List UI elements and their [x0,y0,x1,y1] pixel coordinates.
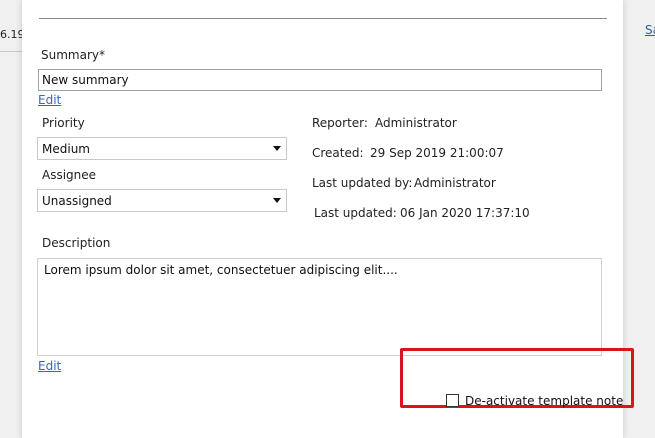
created-label: Created: [312,146,364,160]
background-link[interactable]: Sa [645,23,655,37]
last-updated-value: 06 Jan 2020 17:37:10 [400,206,530,220]
priority-label: Priority [42,116,85,130]
priority-selected-value: Medium [42,142,90,156]
summary-label: Summary* [41,48,105,62]
assignee-dropdown[interactable]: Unassigned [37,189,287,212]
created-value: 29 Sep 2019 21:00:07 [370,146,504,160]
edit-note-dialog: Summary* Edit Priority Medium Assignee U… [22,0,634,438]
description-edit-link[interactable]: Edit [38,359,61,373]
chevron-down-icon [273,146,281,151]
reporter-value: Administrator [375,116,457,130]
background-divider [0,51,22,52]
assignee-label: Assignee [42,168,97,182]
description-textarea[interactable]: Lorem ipsum dolor sit amet, consectetuer… [37,258,602,356]
deactivate-template-note-checkbox[interactable] [446,394,459,407]
priority-dropdown[interactable]: Medium [37,137,287,160]
last-updated-label: Last updated: [314,206,397,220]
last-updated-by-label: Last updated by: [312,176,413,190]
assignee-selected-value: Unassigned [42,194,112,208]
summary-edit-link[interactable]: Edit [38,93,61,107]
last-updated-by-value: Administrator [414,176,496,190]
description-label: Description [42,236,111,250]
header-separator [39,18,607,19]
reporter-label: Reporter: [312,116,368,130]
chevron-down-icon [273,198,281,203]
deactivate-template-note-label[interactable]: De-activate template note [465,394,623,408]
summary-input[interactable] [38,69,602,91]
